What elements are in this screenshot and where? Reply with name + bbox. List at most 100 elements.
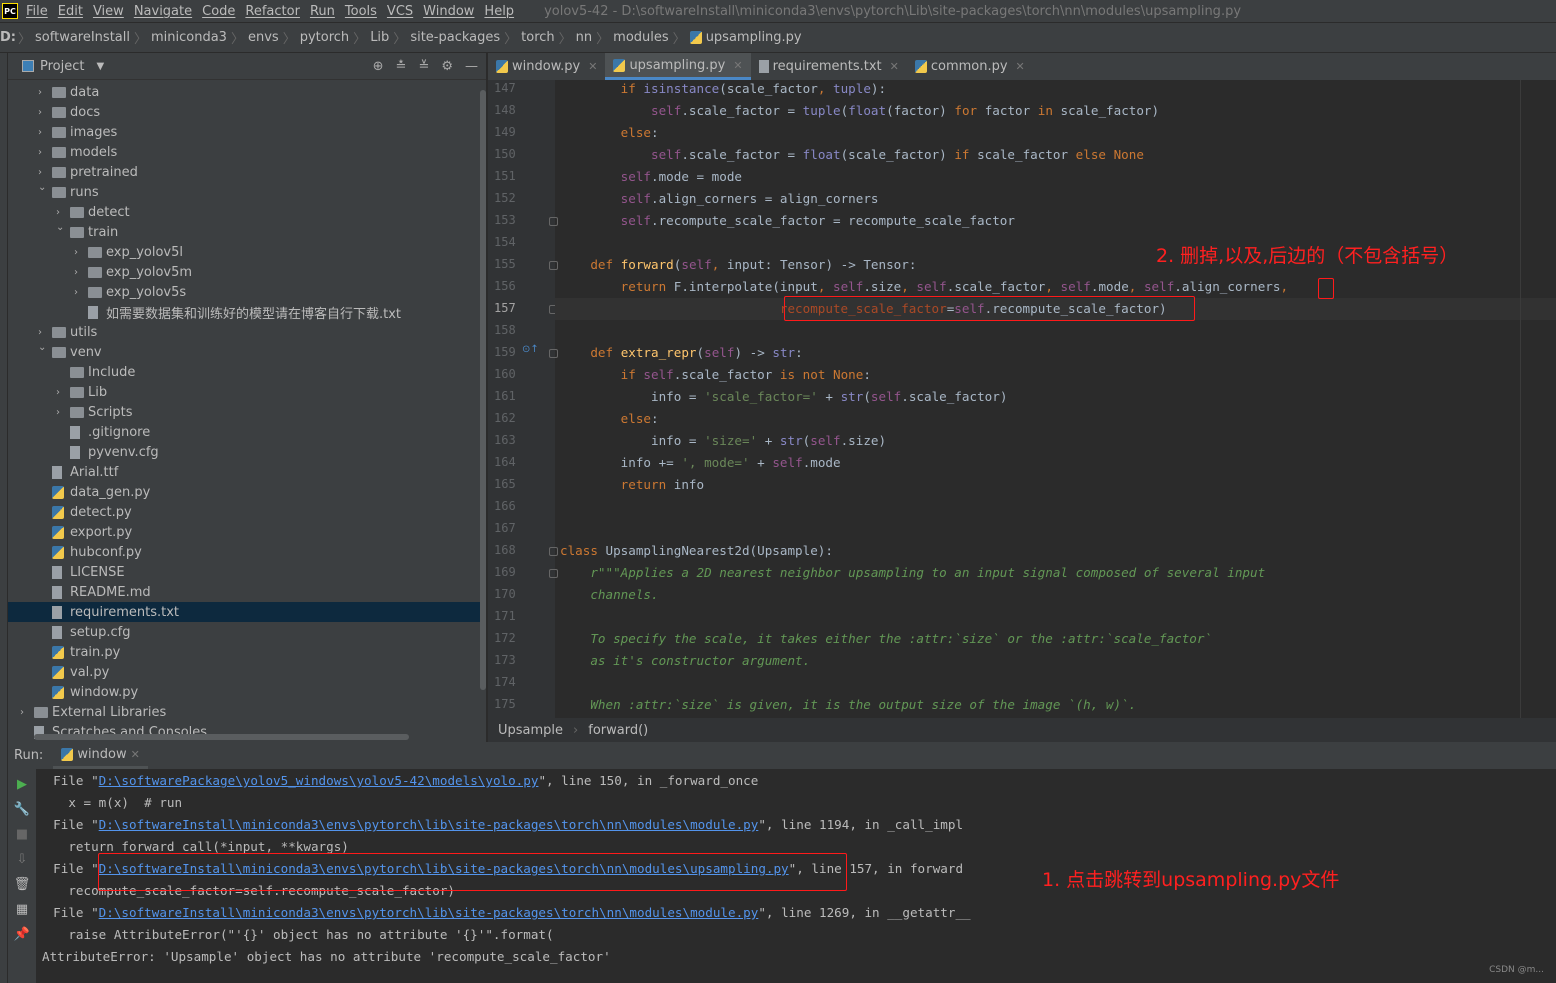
chevron-right-icon[interactable]: › [38,147,48,158]
menu-code[interactable]: Code [202,4,235,19]
chevron-right-icon[interactable]: › [38,167,48,178]
tree-item[interactable]: .gitignore [8,422,486,442]
run-tab-window[interactable]: window ✕ [53,742,148,769]
chevron-right-icon[interactable]: › [38,107,48,118]
menu-window[interactable]: Window [423,4,474,19]
chevron-right-icon[interactable]: › [56,407,66,418]
close-icon[interactable]: ✕ [1016,60,1025,73]
hide-icon[interactable]: — [465,59,478,74]
tree-item[interactable]: › detect [8,202,486,222]
tree-item[interactable]: ⌄ runs [8,182,486,202]
tree-item[interactable]: › images [8,122,486,142]
chevron-right-icon[interactable]: › [20,707,30,718]
tree-item[interactable]: › pretrained [8,162,486,182]
chevron-right-icon[interactable]: › [74,247,84,258]
menu-navigate[interactable]: Navigate [134,4,192,19]
tree-item[interactable]: ⌄ venv [8,342,486,362]
tree-item[interactable]: › External Libraries [8,702,486,722]
tree-item[interactable]: hubconf.py [8,542,486,562]
tree-item[interactable]: README.md [8,582,486,602]
breadcrumb-item[interactable]: site-packages [406,30,504,45]
tree-item[interactable]: › exp_yolov5m [8,262,486,282]
expand-all-icon[interactable]: ≛ [396,59,407,74]
chevron-down-icon[interactable]: ⌄ [38,182,48,193]
project-title[interactable]: Project [40,59,84,74]
tree-item[interactable]: › exp_yolov5s [8,282,486,302]
close-icon[interactable]: ✕ [131,748,140,761]
tree-item[interactable]: 如需要数据集和训练好的模型请在博客自行下载.txt [8,302,486,322]
tree-item[interactable]: data_gen.py [8,482,486,502]
chevron-down-icon[interactable]: ⌄ [56,222,66,233]
tree-item[interactable]: detect.py [8,502,486,522]
fold-icon[interactable] [549,349,558,358]
menu-edit[interactable]: Edit [58,4,83,19]
menu-file[interactable]: File [26,4,48,19]
tree-item[interactable]: › Lib [8,382,486,402]
editor-breadcrumb-item[interactable]: Upsample [498,723,563,738]
breadcrumb-item[interactable]: D: [0,30,18,45]
tab-upsampling-py[interactable]: upsampling.py ✕ [605,53,751,80]
tree-item[interactable]: › exp_yolov5l [8,242,486,262]
breadcrumb-item[interactable]: nn [572,30,596,45]
close-icon[interactable]: ✕ [588,60,597,73]
fold-icon[interactable] [549,261,558,270]
menu-help[interactable]: Help [484,4,514,19]
tree-item[interactable]: export.py [8,522,486,542]
tree-item[interactable]: › utils [8,322,486,342]
code-editor[interactable]: 147 148 149 150 151 152 153 154 155 156 157 158 159 1… [488,80,1556,718]
override-icon[interactable]: ⊙↑ [522,344,539,355]
menu-view[interactable]: View [93,4,124,19]
tree-item[interactable]: › models [8,142,486,162]
menu-run[interactable]: Run [310,4,335,19]
trash-icon[interactable]: 🗑 [14,877,31,892]
chevron-right-icon[interactable]: › [38,87,48,98]
scroll-to-end-icon[interactable]: ⇩ [17,852,28,867]
tree-item[interactable]: window.py [8,682,486,702]
menu-refactor[interactable]: Refactor [245,4,300,19]
breadcrumb-item[interactable]: pytorch [296,30,353,45]
tab-common-py[interactable]: common.py ✕ [907,53,1033,80]
chevron-right-icon[interactable]: › [74,267,84,278]
fold-icon[interactable] [549,217,558,226]
close-icon[interactable]: ✕ [890,60,899,73]
tree-item[interactable]: val.py [8,662,486,682]
file-link[interactable]: D:\softwareInstall\miniconda3\envs\pytor… [99,905,759,920]
fold-icon[interactable] [549,569,558,578]
collapse-all-icon[interactable]: ≚ [418,59,429,74]
tree-item[interactable]: › data [8,82,486,102]
tree-item[interactable]: LICENSE [8,562,486,582]
chevron-right-icon[interactable]: › [38,127,48,138]
tree-item[interactable]: train.py [8,642,486,662]
menu-tools[interactable]: Tools [345,4,377,19]
menu-vcs[interactable]: VCS [387,4,413,19]
run-console[interactable]: File "D:\softwarePackage\yolov5_windows\… [36,769,1556,983]
rerun-icon[interactable]: ▶ [17,777,27,792]
breadcrumb-item[interactable]: envs [244,30,283,45]
breadcrumb-item[interactable]: modules [609,30,673,45]
layout-icon[interactable]: ▦ [16,902,28,917]
tree-item[interactable]: › Scripts [8,402,486,422]
tree-horizontal-scrollbar[interactable] [34,734,409,740]
chevron-right-icon[interactable]: › [74,287,84,298]
tab-requirements-txt[interactable]: requirements.txt ✕ [751,53,907,80]
tree-item[interactable]: Arial.ttf [8,462,486,482]
tree-scrollbar[interactable] [480,80,486,740]
chevron-right-icon[interactable]: › [56,387,66,398]
breadcrumb-item[interactable]: torch [517,30,559,45]
chevron-right-icon[interactable]: › [56,207,66,218]
pin-icon[interactable]: 📌 [14,927,30,942]
breadcrumb-item[interactable]: upsampling.py [702,30,806,45]
breadcrumb-item[interactable]: Lib [366,30,393,45]
breadcrumb-item[interactable]: softwareInstall [31,30,134,45]
close-icon[interactable]: ✕ [733,59,742,72]
chevron-right-icon[interactable]: › [38,327,48,338]
tab-window-py[interactable]: window.py ✕ [488,53,605,80]
fold-icon[interactable] [549,547,558,556]
chevron-down-icon[interactable]: ⌄ [38,342,48,353]
tree-item[interactable]: pyvenv.cfg [8,442,486,462]
tree-item[interactable]: › docs [8,102,486,122]
gear-icon[interactable]: ⚙ [441,59,453,74]
breadcrumb-item[interactable]: miniconda3 [147,30,231,45]
locate-icon[interactable]: ⊕ [373,59,384,74]
tree-item[interactable]: ⌄ train [8,222,486,242]
